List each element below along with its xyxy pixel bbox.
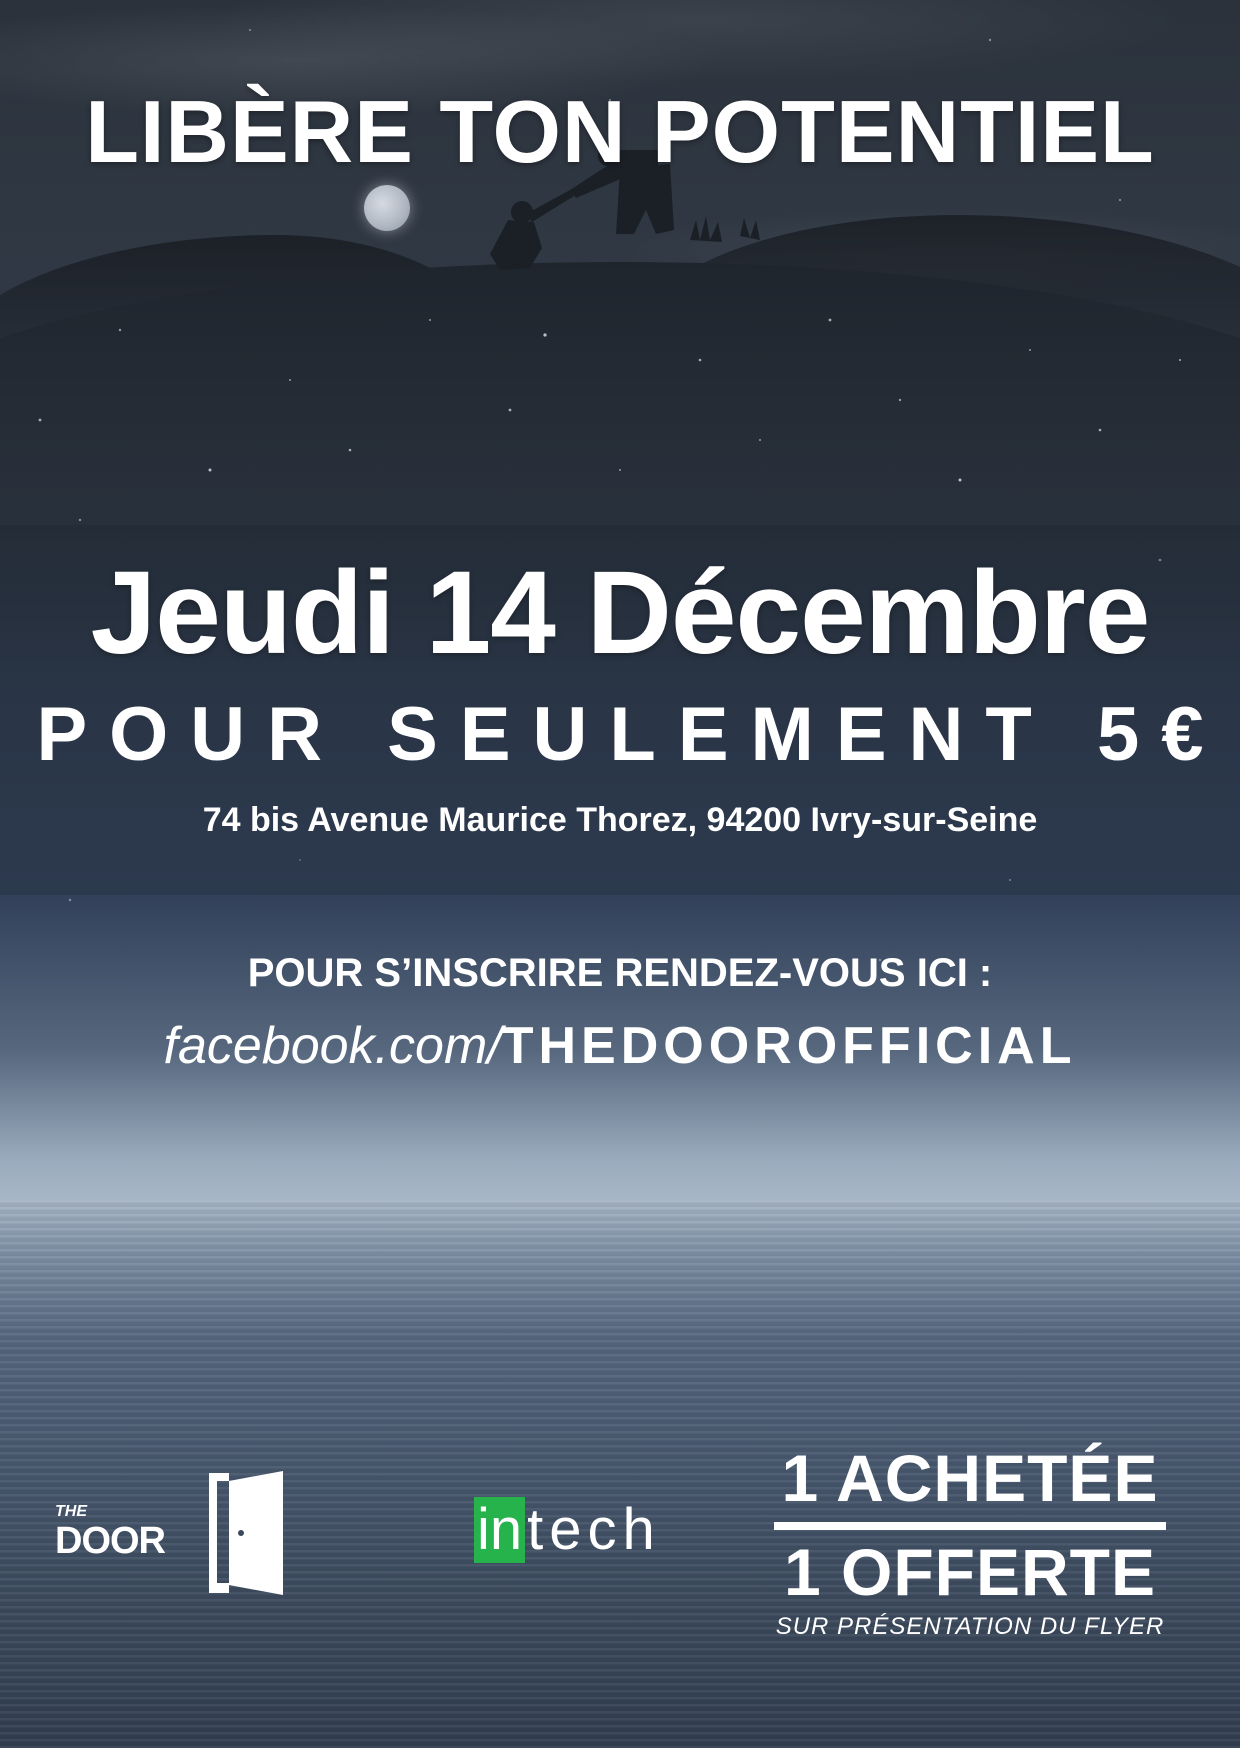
offer-note: SUR PRÉSENTATION DU FLYER <box>775 1613 1165 1640</box>
facebook-link-prefix: facebook.com/ <box>163 1017 502 1075</box>
offer-divider <box>774 1522 1166 1530</box>
facebook-link-handle: THEDOOROFFICIAL <box>501 1017 1077 1075</box>
the-door-logo: THE DOOR <box>55 1465 295 1605</box>
door-icon <box>209 1471 283 1595</box>
headline: LIBÈRE TON POTENTIEL <box>85 82 1155 181</box>
intech-logo: intech <box>474 1497 661 1567</box>
event-date: Jeudi 14 Décembre <box>90 547 1151 679</box>
event-poster: LIBÈRE TON POTENTIEL Jeudi 14 Décembre P… <box>0 0 1240 1748</box>
event-address: 74 bis Avenue Maurice Thorez, 94200 Ivry… <box>202 801 1038 839</box>
signup-label: POUR S’INSCRIRE RENDEZ-VOUS ICI : <box>247 951 993 995</box>
offer-bought: 1 ACHETÉE <box>781 1441 1159 1515</box>
intech-logo-in: in <box>474 1497 526 1563</box>
event-price: POUR SEULEMENT 5€ <box>36 692 1226 777</box>
offer-block: 1 ACHETÉE 1 OFFERTE SUR PRÉSENTATION DU … <box>770 1440 1170 1642</box>
offer-free: 1 OFFERTE <box>783 1535 1157 1609</box>
facebook-link[interactable]: facebook.com/THEDOOROFFICIAL <box>0 1015 1240 1077</box>
intech-logo-tech: tech <box>527 1497 661 1562</box>
door-logo-word: DOOR <box>55 1520 166 1562</box>
